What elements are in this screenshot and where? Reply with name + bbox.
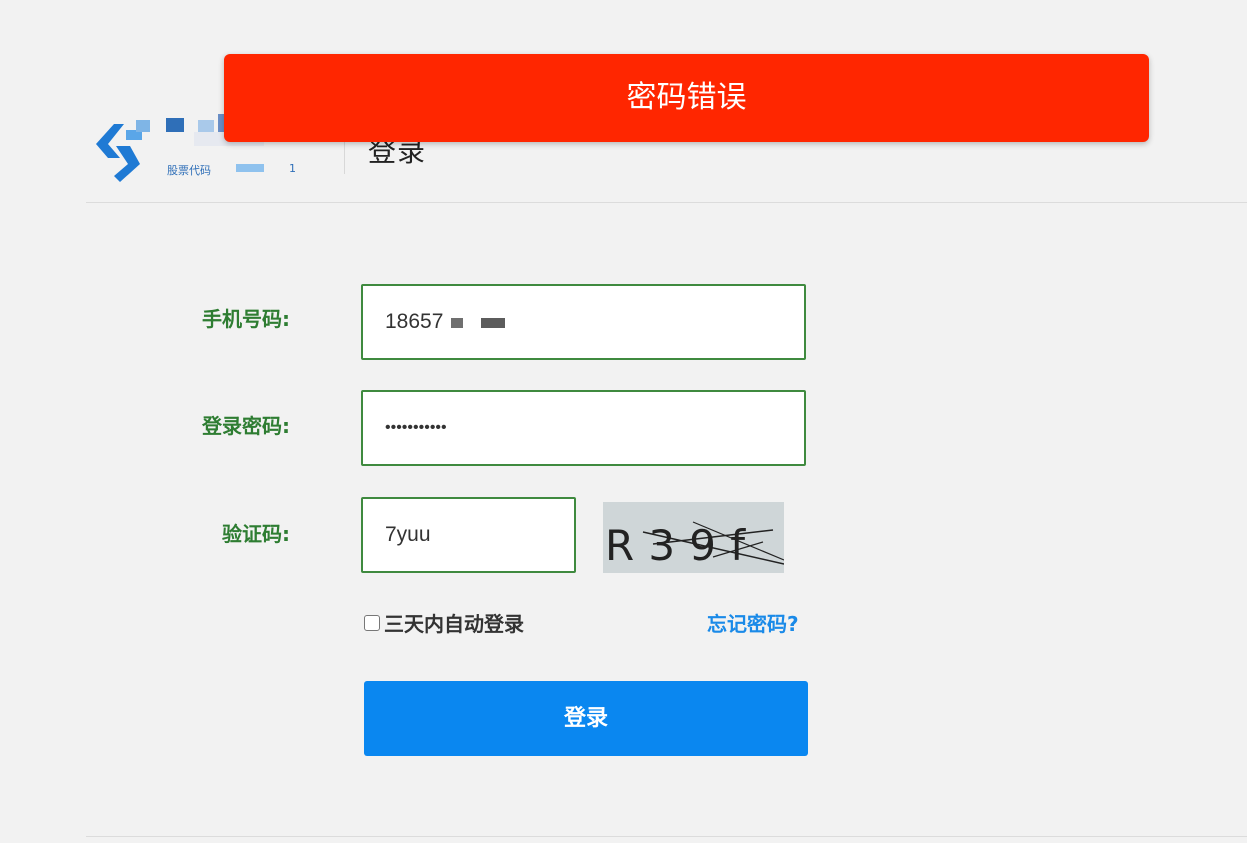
forgot-password-link[interactable]: 忘记密码? <box>707 608 799 637</box>
logo-mark-icon <box>96 124 142 182</box>
phone-input[interactable]: 18657 <box>361 284 806 360</box>
captcha-text: R39f <box>605 521 746 570</box>
captcha-image[interactable]: R39f <box>603 502 785 573</box>
remember-checkbox[interactable] <box>364 614 380 631</box>
logo-number: 1 <box>289 162 296 175</box>
footer-separator <box>86 836 1247 837</box>
phone-value: 18657 <box>385 310 444 333</box>
captcha-graphic-icon: R39f <box>605 521 785 570</box>
password-label: 登录密码: <box>202 414 290 438</box>
error-toast: 密码错误 <box>224 54 1149 142</box>
remember-me[interactable]: 三天内自动登录 <box>364 608 524 637</box>
redacted-block <box>481 318 505 328</box>
header-separator <box>86 202 1247 203</box>
captcha-label: 验证码: <box>222 522 290 546</box>
phone-label: 手机号码: <box>202 307 290 331</box>
redacted-block <box>451 318 463 328</box>
remember-label: 三天内自动登录 <box>384 612 524 636</box>
password-input[interactable]: ••••••••••• <box>361 390 806 466</box>
logo-tagline: 股票代码 <box>167 164 211 177</box>
captcha-input[interactable]: 7yuu <box>361 497 576 573</box>
login-button[interactable]: 登录 <box>364 681 808 756</box>
